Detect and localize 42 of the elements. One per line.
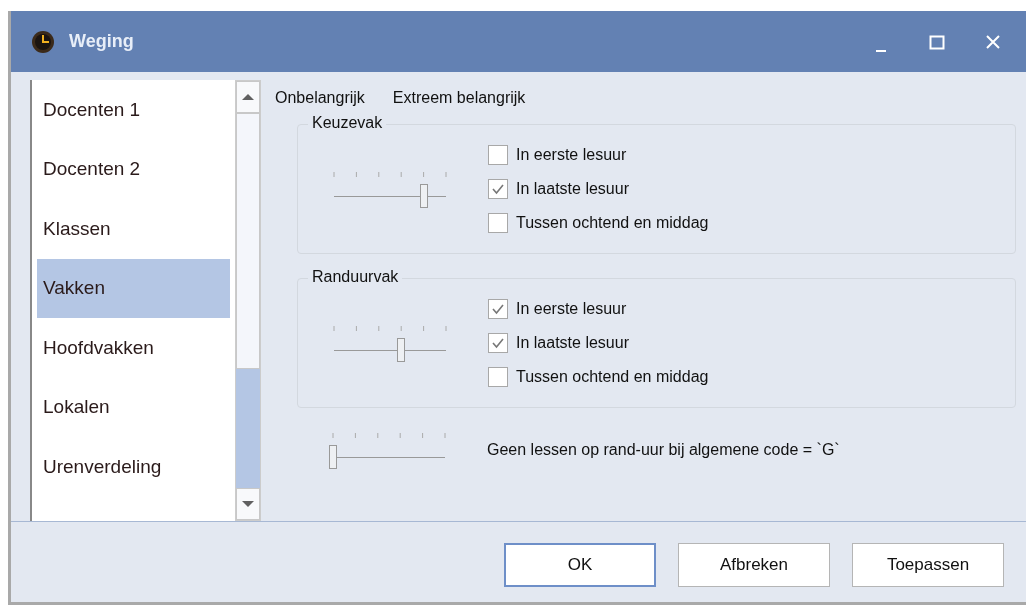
list-item[interactable]: Lokalen bbox=[37, 377, 230, 437]
clock-icon bbox=[31, 29, 55, 54]
scale-low-label: Onbelangrijk bbox=[275, 89, 365, 107]
checkbox[interactable] bbox=[488, 213, 508, 233]
checkmark-icon bbox=[491, 183, 505, 195]
checkbox[interactable] bbox=[488, 145, 508, 165]
checkbox[interactable] bbox=[488, 367, 508, 387]
list-item[interactable]: Urenverdeling bbox=[37, 437, 230, 497]
list-item[interactable]: Docenten 1 bbox=[37, 80, 230, 140]
dialog-button[interactable]: OK bbox=[504, 543, 656, 587]
scrollbar[interactable] bbox=[235, 80, 261, 521]
slider-thumb[interactable] bbox=[329, 445, 337, 469]
checkmark-icon bbox=[491, 303, 505, 315]
checkbox-label[interactable]: In laatste lesuur bbox=[516, 180, 629, 198]
list-item[interactable]: Klassen bbox=[37, 199, 230, 259]
checkbox-label[interactable]: Tussen ochtend en middag bbox=[516, 214, 709, 232]
checkbox-label[interactable]: In eerste lesuur bbox=[516, 300, 627, 318]
scroll-down-button[interactable] bbox=[236, 488, 260, 520]
checkbox-label[interactable]: In laatste lesuur bbox=[516, 334, 629, 352]
scale-high-label: Extreem belangrijk bbox=[392, 89, 526, 107]
scroll-thumb[interactable] bbox=[236, 113, 260, 369]
list-item[interactable]: Vakken bbox=[37, 258, 230, 318]
dialog-button[interactable]: Toepassen bbox=[852, 543, 1004, 587]
checkmark-icon bbox=[491, 337, 505, 349]
close-icon bbox=[985, 33, 1001, 50]
checkbox[interactable] bbox=[488, 333, 508, 353]
down-arrow-icon bbox=[241, 500, 255, 508]
slider-label: Geen lessen op rand-uur bij algemene code = `G` bbox=[487, 441, 840, 459]
up-arrow-icon bbox=[241, 93, 255, 101]
checkbox[interactable] bbox=[488, 179, 508, 199]
list-item[interactable]: Hoofdvakken bbox=[37, 318, 230, 378]
checkbox-label[interactable]: Tussen ochtend en middag bbox=[516, 368, 709, 386]
list-item[interactable]: Docenten 2 bbox=[37, 139, 230, 199]
scroll-up-button[interactable] bbox=[236, 81, 260, 113]
checkbox[interactable] bbox=[488, 299, 508, 319]
window-title: Weging bbox=[69, 31, 134, 52]
slider-thumb[interactable] bbox=[397, 338, 406, 362]
dialog-button[interactable]: Afbreken bbox=[678, 543, 830, 587]
checkbox-label[interactable]: In eerste lesuur bbox=[516, 146, 627, 164]
maximize-icon bbox=[929, 33, 945, 50]
minimize-icon bbox=[876, 49, 886, 52]
slider-thumb[interactable] bbox=[419, 184, 428, 208]
